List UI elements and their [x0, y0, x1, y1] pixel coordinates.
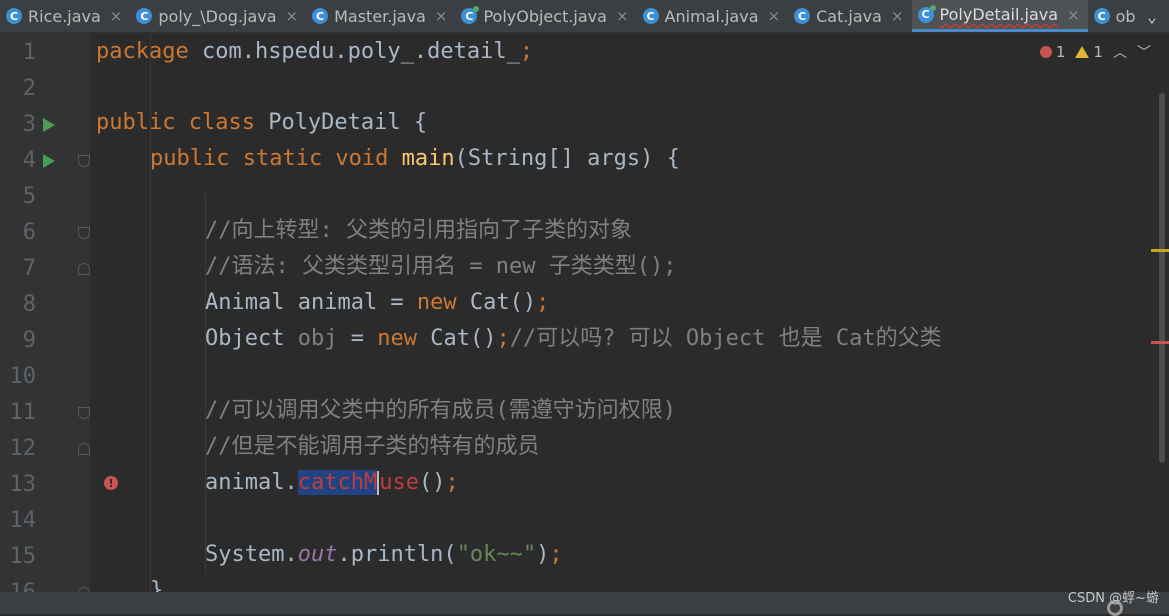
tab-poly-dog-java[interactable]: Cpoly_\Dog.java ×	[130, 0, 306, 32]
chevron-down-icon[interactable]: ﹀	[1137, 42, 1151, 62]
line-number: 10	[9, 364, 37, 389]
tab-polydetail-java[interactable]: C PolyDetail.java ×	[911, 0, 1088, 32]
java-class-icon: C	[794, 8, 811, 24]
error-marker[interactable]	[1151, 341, 1169, 344]
code-editor[interactable]: package com.hspedu.poly_.detail_; public…	[90, 33, 1145, 603]
java-class-icon: C	[136, 8, 153, 24]
chevron-up-icon[interactable]: ︿	[1113, 42, 1127, 62]
inspection-widget[interactable]: 1 1 ︿ ﹀	[1039, 42, 1151, 62]
editor-scrollbar[interactable]	[1155, 33, 1169, 593]
code-line-4: public static void main(String[] args) {	[150, 146, 680, 171]
close-icon[interactable]: ×	[110, 7, 123, 25]
warning-marker[interactable]	[1151, 249, 1169, 252]
editor-gutter: 12345678910111213141516!	[0, 33, 118, 614]
close-icon[interactable]: ×	[616, 7, 629, 25]
status-bar	[0, 592, 1169, 616]
code-line-11: //可以调用父类中的所有成员(需遵守访问权限)	[205, 398, 676, 423]
line-number: 9	[22, 328, 36, 353]
line-number: 11	[9, 400, 37, 425]
code-line-12: //但是不能调用子类的特有的成员	[205, 434, 540, 459]
tab-animal-java[interactable]: C Animal.java ×	[637, 0, 789, 32]
code-line-15: System.out.println("ok~~");	[205, 542, 563, 567]
line-number: 2	[22, 76, 36, 101]
run-icon[interactable]	[43, 118, 55, 132]
tab-label: poly_\Dog.java	[158, 6, 277, 26]
line-number: 5	[22, 184, 36, 209]
code-line-9: Object obj = new Cat();//可以吗? 可以 Object …	[205, 326, 942, 351]
tab-label: ob	[1115, 6, 1136, 26]
line-number: 7	[22, 256, 36, 281]
tab-master-java[interactable]: C Master.java ×	[306, 0, 455, 32]
error-icon	[1039, 46, 1052, 58]
fold-marker-icon[interactable]	[78, 443, 90, 455]
error-count: 1	[1055, 43, 1066, 61]
close-icon[interactable]: ×	[435, 7, 448, 25]
code-line-8: Animal animal = new Cat();	[205, 290, 550, 315]
tab-label: Cat.java	[816, 6, 882, 26]
close-icon[interactable]: ×	[1067, 6, 1080, 24]
warning-count: 1	[1093, 43, 1103, 61]
tab-label: PolyDetail.java	[939, 5, 1059, 24]
tab-label: Master.java	[334, 6, 426, 26]
code-line-7: //语法: 父类类型引用名 = new 子类类型();	[205, 254, 677, 279]
tab-label: Animal.java	[664, 6, 759, 26]
tab-cat-java[interactable]: C Cat.java ×	[788, 0, 911, 32]
java-runnable-class-icon: C	[461, 6, 480, 24]
line-number: 13	[9, 472, 37, 497]
tab-rice-java[interactable]: C Rice.java ×	[0, 0, 130, 32]
line-number: 14	[9, 508, 37, 533]
tab-label: Rice.java	[28, 6, 101, 26]
code-line-3: public class PolyDetail {	[96, 110, 428, 135]
line-number: 4	[22, 148, 36, 173]
watermark: CSDN @蜉~蝣	[1067, 591, 1159, 606]
line-number: 12	[9, 436, 37, 461]
fold-marker-icon[interactable]	[78, 155, 90, 167]
close-icon[interactable]: ×	[768, 7, 781, 25]
tab-label: PolyObject.java	[483, 6, 607, 26]
code-line-13: animal.catchMuse();	[205, 470, 459, 495]
run-icon[interactable]	[43, 154, 55, 168]
tab-overflow-chevron-icon[interactable]: ⌄	[1135, 0, 1169, 32]
line-number: 8	[22, 292, 36, 317]
line-number: 6	[22, 220, 36, 245]
java-class-icon: C	[312, 8, 329, 24]
java-class-icon: C	[642, 8, 659, 24]
line-number: 15	[9, 544, 37, 569]
close-icon[interactable]: ×	[286, 7, 299, 25]
scrollbar-thumb[interactable]	[1159, 93, 1165, 463]
line-number: 1	[22, 40, 36, 65]
line-number: 3	[22, 112, 36, 137]
editor-tab-bar: C Rice.java × Cpoly_\Dog.java × C Master.java ×…	[0, 0, 1169, 33]
fold-marker-icon[interactable]	[78, 227, 90, 239]
fold-marker-icon[interactable]	[78, 407, 90, 419]
java-runnable-class-icon: C	[917, 4, 936, 23]
tab-polyobject-java[interactable]: C PolyObject.java ×	[455, 0, 636, 32]
selected-method-name: catchM	[297, 470, 378, 495]
fold-marker-icon[interactable]	[78, 263, 90, 275]
java-class-icon: C	[1093, 8, 1110, 24]
warning-icon	[1075, 46, 1090, 58]
close-icon[interactable]: ×	[891, 7, 904, 25]
code-line-6: //向上转型: 父类的引用指向了子类的对象	[205, 218, 632, 243]
java-class-icon: C	[6, 8, 22, 24]
code-line-1: package com.hspedu.poly_.detail_;	[96, 39, 534, 64]
